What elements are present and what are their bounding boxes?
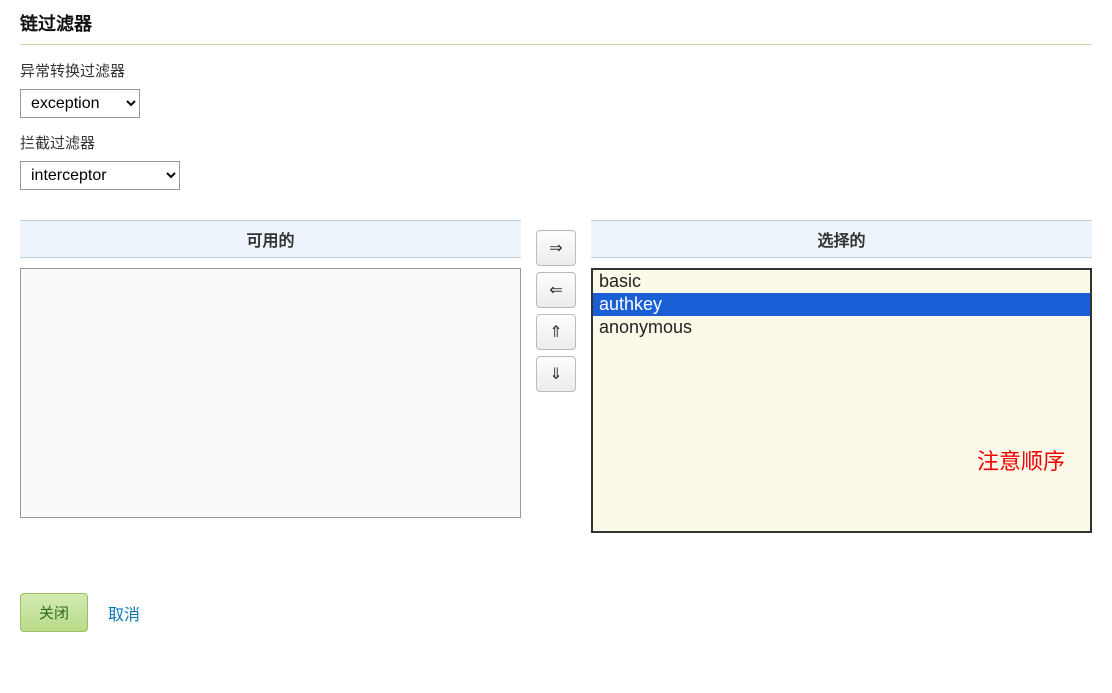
move-left-button[interactable]: ⇐ [536,272,576,308]
interceptor-filter-label: 拦截过滤器 [20,132,1092,153]
list-item[interactable]: authkey [593,293,1090,316]
order-annotation: 注意顺序 [977,444,1065,476]
exception-filter-select[interactable]: exception [20,89,140,118]
move-right-button[interactable]: ⇒ [536,230,576,266]
available-list[interactable] [20,268,521,518]
exception-filter-label: 异常转换过滤器 [20,60,1092,81]
list-item[interactable]: anonymous [593,316,1090,339]
interceptor-filter-select[interactable]: interceptor [20,161,180,190]
selected-list-header: 选择的 [591,220,1092,258]
close-button[interactable]: 关闭 [20,593,88,632]
section-title: 链过滤器 [20,0,1092,45]
selected-list[interactable]: basicauthkeyanonymous 注意顺序 [591,268,1092,533]
move-down-button[interactable]: ⇓ [536,356,576,392]
list-item[interactable]: basic [593,270,1090,293]
cancel-link[interactable]: 取消 [108,601,140,625]
move-up-button[interactable]: ⇑ [536,314,576,350]
available-list-header: 可用的 [20,220,521,258]
